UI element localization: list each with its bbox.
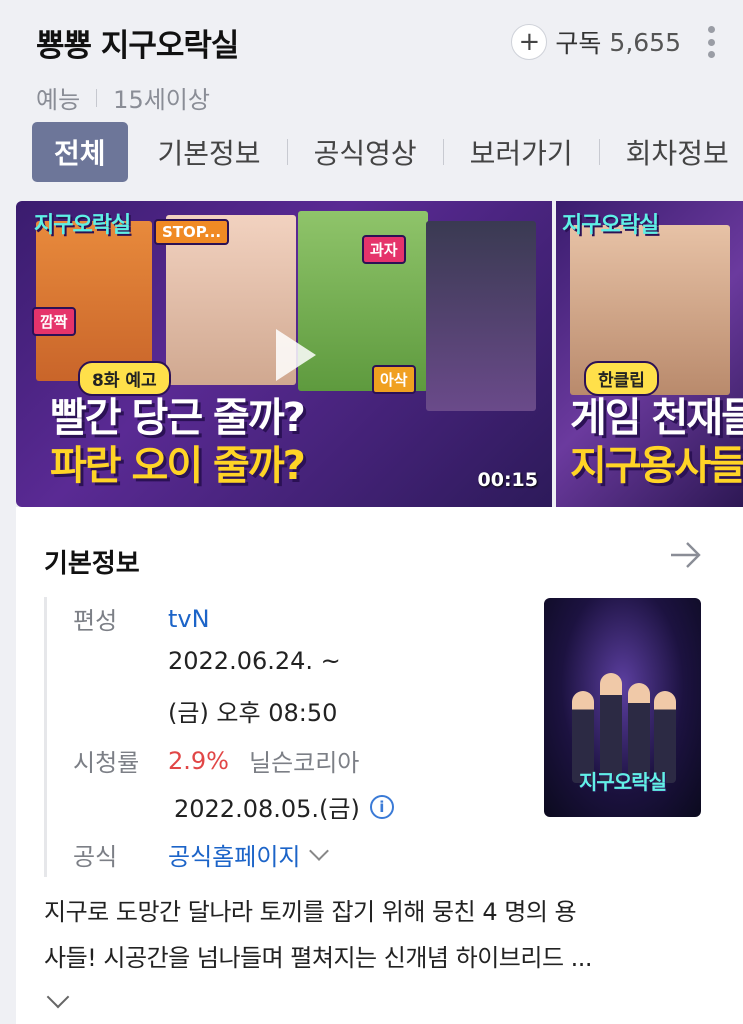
genre-label: 예능: [36, 86, 81, 114]
thumbnail-caption: 지구용사들: [570, 443, 743, 489]
ratings-date: 2022.08.05.(금): [174, 795, 360, 823]
thumbnail-caption: 파란 오이 줄까?: [50, 443, 306, 489]
ratings-row: 시청률 2.9% 닐슨코리아: [73, 743, 359, 778]
video-thumbnail[interactable]: 지구오락실 한클립 게임 천재들 지구용사들: [556, 201, 743, 507]
air-time-text: (금) 오후 08:50: [168, 699, 338, 727]
more-options-icon[interactable]: [705, 24, 717, 60]
subscribe-count: 5,655: [609, 27, 681, 57]
description-line: 지구로 도망간 달나라 토끼를 잡기 위해 뭉친 4 명의 용: [44, 898, 577, 926]
air-dates-text: 2022.06.24. ~: [168, 647, 341, 675]
broadcaster-label: 편성: [73, 607, 118, 635]
air-dates: 2022.06.24. ~: [168, 647, 341, 675]
program-header: 뿅뿅 지구오락실 + 구독 5,655 예능 15세이상 전체 기본정보 공식영…: [0, 0, 743, 200]
subscribe-button[interactable]: + 구독 5,655: [511, 24, 681, 60]
program-meta: 예능 15세이상: [36, 80, 210, 115]
thumbnail-figure: [36, 221, 152, 381]
ratings-value: 2.9%: [168, 746, 229, 775]
chevron-down-icon[interactable]: [309, 840, 330, 861]
video-carousel[interactable]: 지구오락실 STOP... 과자 깜짝 아삭 8화 예고 빨간 당근 줄까? 파…: [0, 201, 743, 507]
broadcaster-row: 편성 tvN: [73, 601, 210, 636]
info-icon[interactable]: i: [369, 794, 394, 819]
ratings-date-row: 2022.08.05.(금) i: [174, 789, 394, 824]
description-line: 사들! 시공간을 넘나들며 펼쳐지는 신개념 하이브리드 ...: [44, 944, 593, 972]
info-list: 편성 tvN 2022.06.24. ~ (금) 오후 08:50 시청률 2.…: [44, 597, 514, 877]
basic-info-card: 기본정보 편성 tvN 2022.06.24. ~ (금) 오후 08:50 시…: [16, 507, 743, 1024]
program-poster[interactable]: 지구오락실: [544, 598, 701, 817]
tag-label: STOP...: [154, 219, 230, 245]
tab-all[interactable]: 전체: [32, 122, 128, 182]
tag-label: 과자: [362, 235, 406, 264]
ratings-source: 닐슨코리아: [248, 749, 360, 777]
subscribe-label: 구독: [555, 29, 602, 58]
tag-label: 깜짝: [32, 307, 76, 336]
official-row: 공식 공식홈페이지: [73, 837, 330, 872]
broadcaster-link[interactable]: tvN: [168, 605, 210, 633]
thumbnail-figure: [426, 221, 536, 411]
show-logo: 지구오락실: [34, 213, 131, 238]
tab-episode-info[interactable]: 회차정보: [600, 122, 743, 182]
expand-chevron-icon[interactable]: [46, 985, 70, 1009]
arrow-right-icon[interactable]: [667, 537, 703, 573]
meta-divider: [96, 88, 98, 107]
official-homepage-link[interactable]: 공식홈페이지: [168, 837, 300, 872]
tag-label: 아삭: [372, 365, 416, 394]
video-duration: 00:15: [477, 469, 538, 491]
tab-official-videos[interactable]: 공식영상: [288, 122, 443, 182]
plus-icon: +: [511, 24, 548, 60]
play-icon[interactable]: [276, 329, 316, 381]
tab-bar: 전체 기본정보 공식영상 보러가기 회차정보: [32, 122, 743, 182]
official-label: 공식: [73, 843, 118, 871]
ratings-label: 시청률: [73, 749, 140, 777]
show-logo: 지구오락실: [562, 213, 659, 238]
program-description: 지구로 도망간 달나라 토끼를 잡기 위해 뭉친 4 명의 용 사들! 시공간을…: [44, 889, 714, 981]
poster-title: 지구오락실: [579, 770, 667, 794]
video-thumbnail[interactable]: 지구오락실 STOP... 과자 깜짝 아삭 8화 예고 빨간 당근 줄까? 파…: [16, 201, 552, 507]
section-title: 기본정보: [44, 549, 140, 579]
air-time: (금) 오후 08:50: [168, 693, 337, 728]
tab-watch[interactable]: 보러가기: [444, 122, 599, 182]
tab-basic-info[interactable]: 기본정보: [132, 122, 287, 182]
program-title: 뿅뿅 지구오락실: [36, 28, 239, 64]
age-rating-label: 15세이상: [113, 86, 210, 114]
